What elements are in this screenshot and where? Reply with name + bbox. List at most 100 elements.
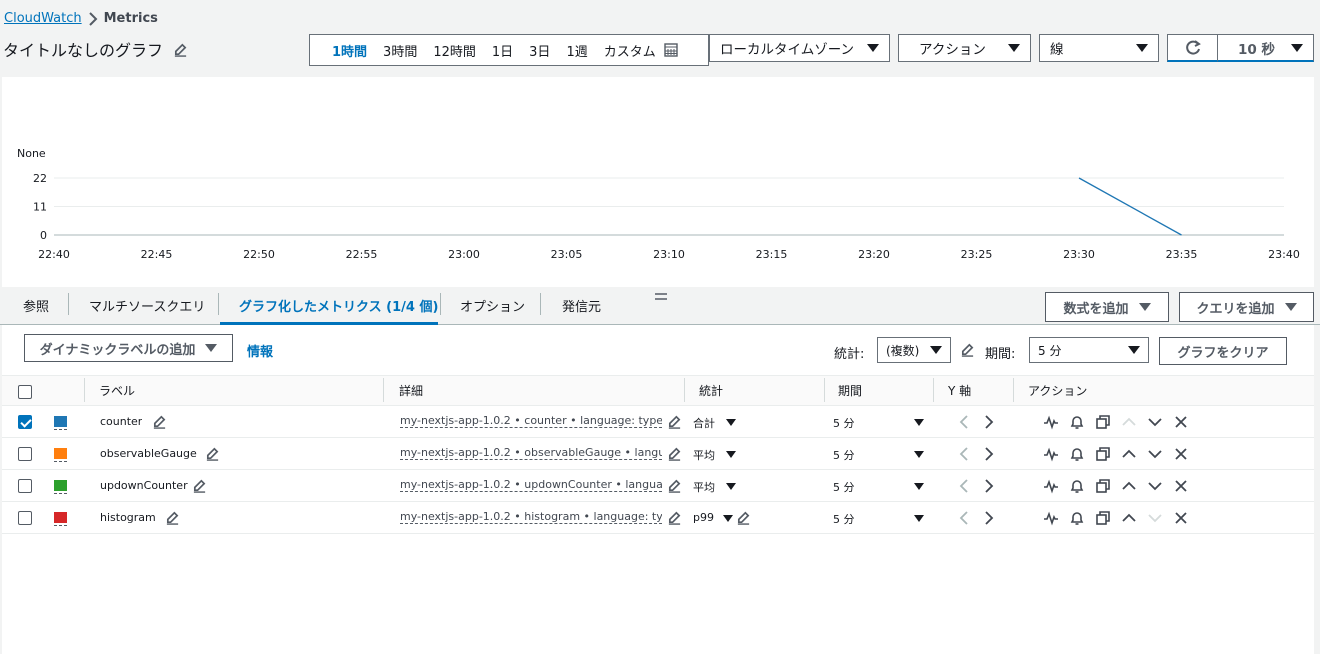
metric-pulse-icon[interactable] <box>1043 510 1059 526</box>
series-color-swatch[interactable] <box>54 480 67 491</box>
row-details[interactable]: my-nextjs-app-1.0.2 • histogram • langua… <box>400 510 662 524</box>
edit-label-pencil-icon[interactable] <box>192 478 208 494</box>
tab-source[interactable]: 発信元 <box>562 296 601 315</box>
edit-details-pencil-icon[interactable] <box>667 510 683 526</box>
row-period[interactable]: 5 分 <box>833 479 855 495</box>
edit-details-pencil-icon[interactable] <box>667 478 683 494</box>
stat-caret-down-icon[interactable] <box>726 451 736 458</box>
edit-label-pencil-icon[interactable] <box>165 510 181 526</box>
tab-multisource-query[interactable]: マルチソースクエリ <box>89 296 205 315</box>
refresh-interval-dropdown[interactable]: 10 秒 <box>1217 34 1314 62</box>
series-color-swatch[interactable] <box>54 416 67 427</box>
y-axis-left-icon[interactable] <box>956 478 972 494</box>
move-down-icon[interactable] <box>1147 478 1163 494</box>
move-down-icon[interactable] <box>1147 414 1163 430</box>
remove-icon[interactable] <box>1173 414 1189 430</box>
time-range-custom[interactable]: カスタム <box>596 41 664 60</box>
stat-caret-down-icon[interactable] <box>723 515 733 522</box>
duplicate-icon[interactable] <box>1095 478 1111 494</box>
move-up-icon[interactable] <box>1121 446 1137 462</box>
duplicate-icon[interactable] <box>1095 510 1111 526</box>
edit-stat-pencil-icon[interactable] <box>736 510 752 526</box>
edit-details-pencil-icon[interactable] <box>667 414 683 430</box>
row-details[interactable]: my-nextjs-app-1.0.2 • updownCounter • la… <box>400 478 662 492</box>
info-link[interactable]: 情報 <box>247 341 273 360</box>
row-period[interactable]: 5 分 <box>833 511 855 527</box>
move-down-icon[interactable] <box>1147 446 1163 462</box>
period-caret-down-icon[interactable] <box>914 419 924 426</box>
add-dynamic-label-button[interactable]: ダイナミックラベルの追加 <box>24 334 233 362</box>
refresh-button[interactable] <box>1167 34 1218 62</box>
row-checkbox[interactable] <box>18 511 32 525</box>
metric-pulse-icon[interactable] <box>1043 478 1059 494</box>
row-period[interactable]: 5 分 <box>833 415 855 431</box>
select-all-checkbox[interactable] <box>18 385 32 399</box>
row-stat[interactable]: 平均 <box>693 447 715 463</box>
time-range-12h[interactable]: 12時間 <box>425 41 484 60</box>
actions-dropdown[interactable]: アクション <box>898 34 1031 62</box>
y-axis-right-icon[interactable] <box>981 446 997 462</box>
alarm-bell-icon[interactable] <box>1069 510 1085 526</box>
graph-type-dropdown[interactable]: 線 <box>1039 34 1159 62</box>
time-range-1h[interactable]: 1時間 <box>324 41 375 60</box>
y-axis-left-icon[interactable] <box>956 414 972 430</box>
row-checkbox[interactable] <box>18 447 32 461</box>
period-dropdown[interactable]: 5 分 <box>1029 337 1149 363</box>
drag-handle-icon[interactable] <box>654 293 668 301</box>
time-range-1d[interactable]: 1日 <box>484 41 521 60</box>
row-checkbox[interactable] <box>18 415 32 429</box>
move-up-icon[interactable] <box>1121 414 1137 430</box>
timezone-dropdown[interactable]: ローカルタイムゾーン <box>709 34 890 62</box>
time-range-3d[interactable]: 3日 <box>521 41 558 60</box>
series-color-swatch[interactable] <box>54 512 67 523</box>
add-math-button[interactable]: 数式を追加 <box>1045 292 1169 322</box>
move-down-icon[interactable] <box>1147 510 1163 526</box>
y-axis-right-icon[interactable] <box>981 414 997 430</box>
calendar-icon[interactable] <box>664 43 678 57</box>
tab-graphed-metrics[interactable]: グラフ化したメトリクス (1/4 個) <box>239 296 438 315</box>
row-period[interactable]: 5 分 <box>833 447 855 463</box>
tab-options[interactable]: オプション <box>460 296 525 315</box>
y-axis-right-icon[interactable] <box>981 478 997 494</box>
period-caret-down-icon[interactable] <box>914 515 924 522</box>
period-caret-down-icon[interactable] <box>914 483 924 490</box>
alarm-bell-icon[interactable] <box>1069 446 1085 462</box>
edit-period-pencil-icon[interactable] <box>960 342 975 357</box>
row-details[interactable]: my-nextjs-app-1.0.2 • counter • language… <box>400 414 662 428</box>
remove-icon[interactable] <box>1173 510 1189 526</box>
metric-pulse-icon[interactable] <box>1043 414 1059 430</box>
stat-caret-down-icon[interactable] <box>726 419 736 426</box>
period-caret-down-icon[interactable] <box>914 451 924 458</box>
y-axis-left-icon[interactable] <box>956 446 972 462</box>
alarm-bell-icon[interactable] <box>1069 414 1085 430</box>
time-range-1w[interactable]: 1週 <box>558 41 595 60</box>
time-range-3h[interactable]: 3時間 <box>375 41 425 60</box>
remove-icon[interactable] <box>1173 478 1189 494</box>
edit-title-pencil-icon[interactable] <box>173 42 187 57</box>
row-stat[interactable]: p99 <box>693 511 714 524</box>
duplicate-icon[interactable] <box>1095 414 1111 430</box>
row-checkbox[interactable] <box>18 479 32 493</box>
stat-caret-down-icon[interactable] <box>726 483 736 490</box>
x-tick-label: 23:25 <box>961 248 993 261</box>
alarm-bell-icon[interactable] <box>1069 478 1085 494</box>
y-axis-right-icon[interactable] <box>981 510 997 526</box>
tab-browse[interactable]: 参照 <box>23 296 49 315</box>
row-stat[interactable]: 平均 <box>693 479 715 495</box>
duplicate-icon[interactable] <box>1095 446 1111 462</box>
edit-details-pencil-icon[interactable] <box>667 446 683 462</box>
metric-pulse-icon[interactable] <box>1043 446 1059 462</box>
clear-graph-button[interactable]: グラフをクリア <box>1159 337 1287 365</box>
edit-label-pencil-icon[interactable] <box>152 414 168 430</box>
series-color-swatch[interactable] <box>54 448 67 459</box>
stats-dropdown[interactable]: (複数) <box>877 337 951 363</box>
y-axis-left-icon[interactable] <box>956 510 972 526</box>
remove-icon[interactable] <box>1173 446 1189 462</box>
row-details[interactable]: my-nextjs-app-1.0.2 • observableGauge • … <box>400 446 662 460</box>
edit-label-pencil-icon[interactable] <box>205 446 221 462</box>
add-query-button[interactable]: クエリを追加 <box>1179 292 1314 322</box>
breadcrumb-cloudwatch-link[interactable]: CloudWatch <box>4 11 82 26</box>
move-up-icon[interactable] <box>1121 478 1137 494</box>
move-up-icon[interactable] <box>1121 510 1137 526</box>
row-stat[interactable]: 合計 <box>693 415 715 431</box>
